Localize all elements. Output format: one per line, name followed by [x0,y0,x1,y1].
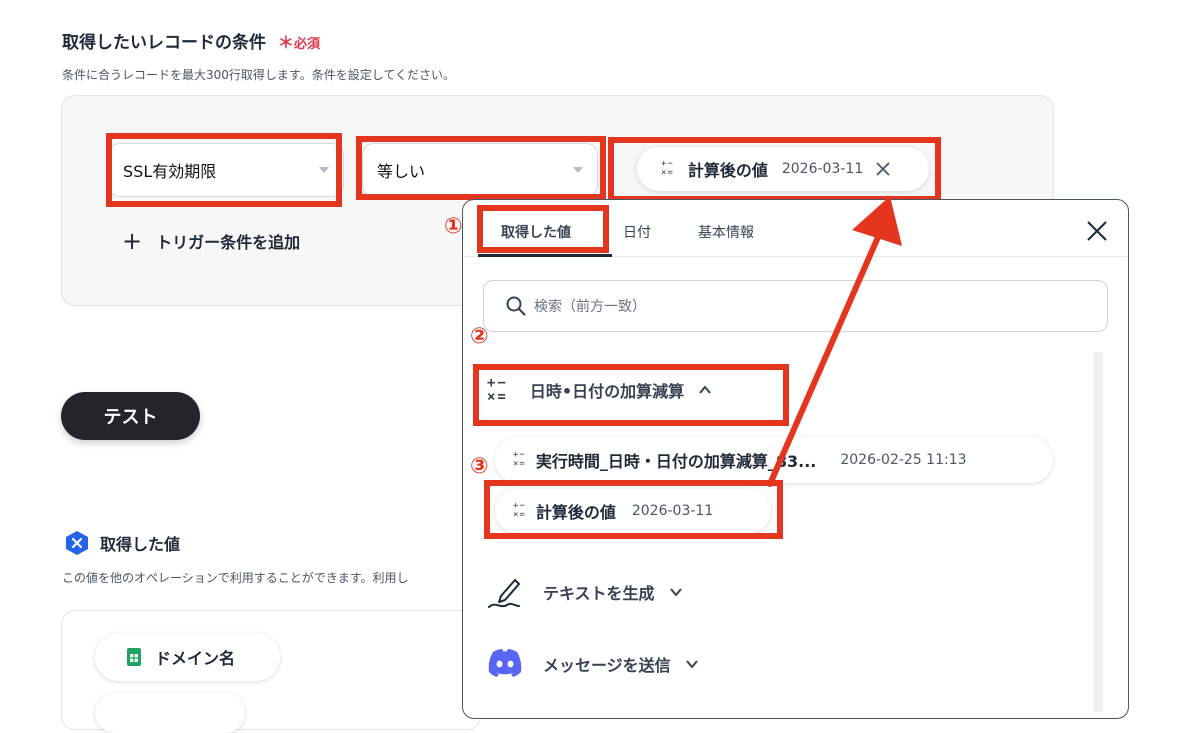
annotation-arrow [767,196,902,487]
